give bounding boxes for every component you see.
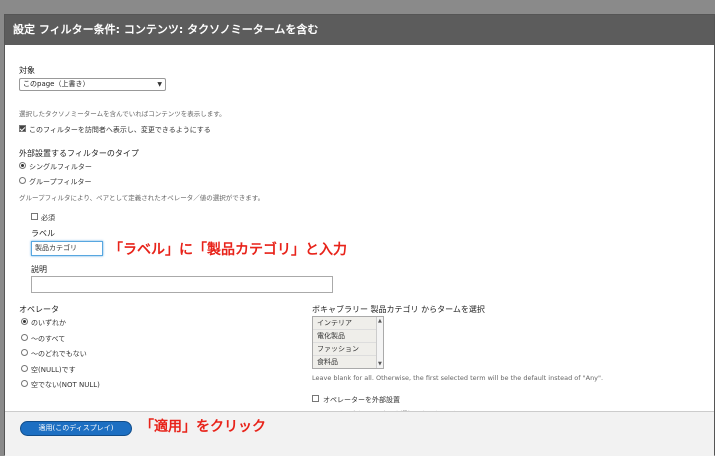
scroll-down-icon[interactable]: ▼ — [378, 361, 382, 367]
filter-type-hint: グループフィルタにより、ペアとして定義されたオペレータ／値の選択ができます。 — [19, 194, 265, 202]
vocab-hint: Leave blank for all. Otherwise, the firs… — [312, 374, 604, 382]
label-field-label: ラベル — [31, 229, 55, 238]
filter-settings-dialog: 設定 フィルター条件: コンテンツ: タクソノミータームを含む 対象 このpag… — [4, 14, 715, 456]
radio-operator-not-label: 〜のどれでもない — [31, 350, 87, 358]
expose-operator-label: オペレーターを外部設置 — [323, 396, 400, 404]
description-field-label: 説明 — [31, 265, 47, 274]
expose-filter-label: このフィルターを訪問者へ表示し、変更できるようにする — [29, 126, 211, 134]
dialog-body: 対象 このpage（上書き） ▼ 選択したタクソノミータームを含んでいればコンテ… — [5, 45, 714, 418]
radio-operator-or[interactable] — [21, 318, 28, 325]
radio-operator-and[interactable] — [21, 334, 28, 341]
radio-operator-empty[interactable] — [21, 365, 28, 372]
label-annotation: 「ラベル」に「製品カテゴリ」と入力 — [109, 242, 347, 258]
radio-operator-and-label: 〜のすべて — [31, 335, 66, 343]
expose-filter-checkbox[interactable] — [19, 125, 26, 132]
filter-description: 選択したタクソノミータームを含んでいればコンテンツを表示します。 — [19, 110, 226, 118]
radio-operator-empty-label: 空(NULL)です — [31, 366, 76, 374]
scroll-up-icon[interactable]: ▲ — [378, 318, 382, 324]
chevron-down-icon: ▼ — [157, 81, 162, 88]
required-label: 必須 — [41, 214, 55, 222]
radio-group-filter-label: グループフィルター — [29, 178, 92, 186]
description-input[interactable] — [31, 276, 333, 293]
apply-annotation: 「適用」をクリック — [140, 419, 266, 435]
list-item[interactable]: インテリア — [313, 317, 383, 330]
target-select[interactable]: このpage（上書き） ▼ — [19, 78, 166, 91]
target-select-value: このpage（上書き） — [23, 80, 90, 88]
filter-type-heading: 外部設置するフィルターのタイプ — [19, 149, 139, 158]
radio-operator-not-empty-label: 空でない(NOT NULL) — [31, 381, 100, 389]
vocab-term-listbox[interactable]: インテリア 電化製品 ファッション 食料品 ▲ ▼ — [312, 316, 384, 369]
radio-group-filter[interactable] — [19, 177, 26, 184]
label-input[interactable]: 製品カテゴリ — [31, 241, 103, 256]
required-checkbox[interactable] — [31, 213, 38, 220]
apply-button[interactable]: 適用(このディスプレイ) — [20, 421, 132, 436]
label-input-value: 製品カテゴリ — [35, 244, 77, 252]
radio-operator-or-label: のいずれか — [31, 319, 66, 327]
radio-single-filter-label: シングルフィルター — [29, 163, 92, 171]
list-item[interactable]: 食料品 — [313, 356, 383, 368]
radio-single-filter[interactable] — [19, 162, 26, 169]
list-item[interactable]: ファッション — [313, 343, 383, 356]
list-item[interactable]: 電化製品 — [313, 330, 383, 343]
radio-operator-not-empty[interactable] — [21, 380, 28, 387]
radio-operator-not[interactable] — [21, 349, 28, 356]
target-label: 対象 — [19, 66, 35, 75]
vocab-heading: ボキャブラリー 製品カテゴリ からタームを選択 — [312, 305, 485, 314]
operator-heading: オペレータ — [19, 305, 59, 314]
listbox-scrollbar[interactable]: ▲ ▼ — [376, 317, 383, 368]
dialog-title: 設定 フィルター条件: コンテンツ: タクソノミータームを含む — [5, 15, 714, 45]
expose-operator-checkbox[interactable] — [312, 395, 319, 402]
